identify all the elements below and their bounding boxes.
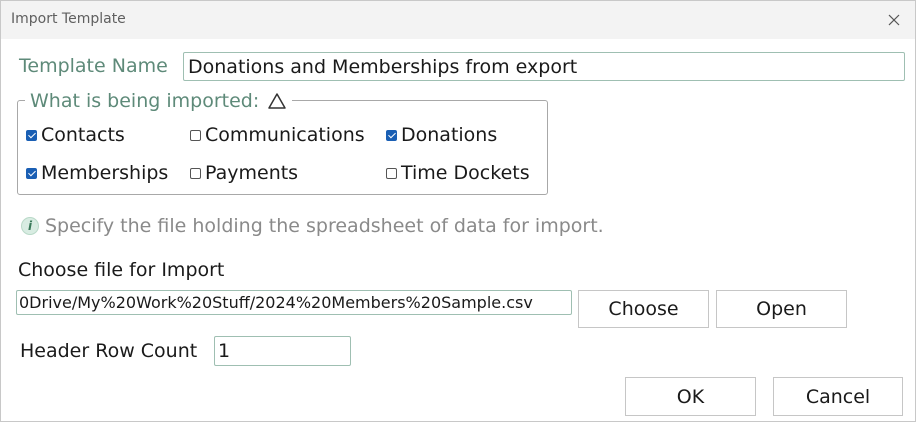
checkbox-payments[interactable]: Payments (190, 162, 298, 184)
checkbox-communications[interactable]: Communications (190, 124, 365, 146)
info-text: Specify the file holding the spreadsheet… (45, 215, 604, 237)
checkbox-payments-box[interactable] (190, 167, 201, 179)
title-bar[interactable]: Import Template (1, 1, 915, 39)
cancel-button[interactable]: Cancel (773, 377, 903, 416)
checkbox-donations-box[interactable] (386, 129, 397, 141)
header-row-count-input[interactable] (214, 336, 351, 366)
window-title: Import Template (11, 11, 126, 27)
import-types-legend-label: What is being imported: (30, 90, 260, 112)
checkbox-contacts[interactable]: Contacts (26, 124, 125, 146)
checkbox-payments-label: Payments (205, 162, 299, 184)
checkbox-memberships-box[interactable] (26, 167, 37, 179)
close-icon (888, 14, 900, 26)
checkbox-donations[interactable]: Donations (386, 124, 497, 146)
template-name-input[interactable] (183, 52, 905, 81)
import-types-legend: What is being imported: (25, 90, 293, 112)
template-name-label: Template Name (19, 55, 168, 77)
checkbox-communications-box[interactable] (190, 129, 201, 141)
checkbox-time-dockets-label: Time Dockets (401, 162, 530, 184)
checkbox-time-dockets-box[interactable] (386, 167, 397, 179)
checkbox-contacts-box[interactable] (26, 129, 37, 141)
checkbox-time-dockets[interactable]: Time Dockets (386, 162, 530, 184)
info-icon: i (21, 217, 39, 235)
checkbox-memberships[interactable]: Memberships (26, 162, 168, 184)
open-button[interactable]: Open (716, 290, 847, 328)
checkbox-memberships-label: Memberships (41, 162, 169, 184)
checkbox-contacts-label: Contacts (41, 124, 125, 146)
ok-button[interactable]: OK (625, 377, 756, 416)
import-template-dialog: Import Template Template Name What is be… (0, 0, 916, 422)
close-button[interactable] (881, 7, 907, 33)
checkbox-donations-label: Donations (401, 124, 498, 146)
header-row-count-label: Header Row Count (20, 340, 198, 362)
checkbox-communications-label: Communications (205, 124, 365, 146)
info-message: i Specify the file holding the spreadshe… (21, 215, 604, 237)
warning-triangle-icon (268, 93, 286, 109)
file-path-input[interactable] (16, 290, 572, 315)
choose-file-label: Choose file for Import (18, 259, 225, 281)
choose-button[interactable]: Choose (578, 290, 709, 328)
